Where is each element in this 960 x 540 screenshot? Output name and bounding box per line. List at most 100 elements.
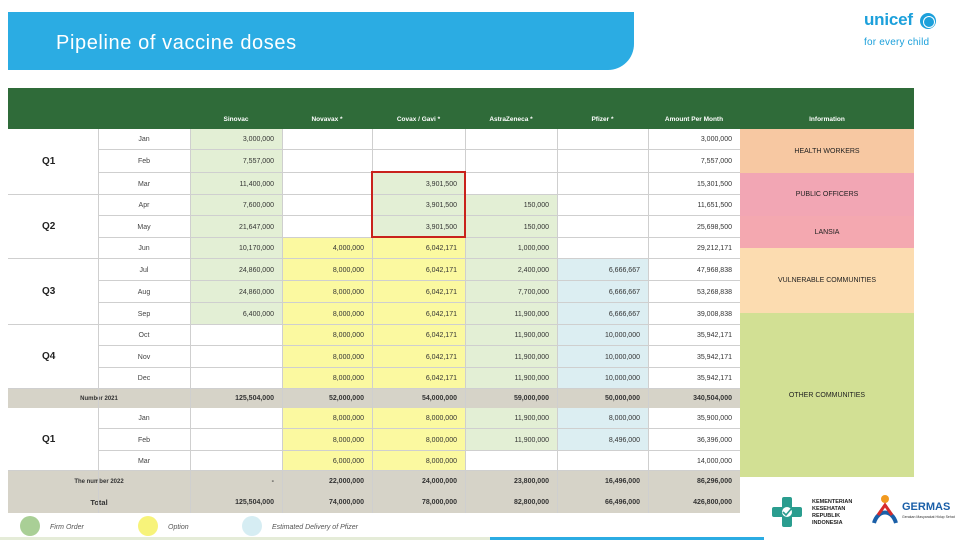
cell-total: 15,301,500 [696,180,732,188]
legend-firm-order-swatch [20,516,40,536]
legend-pfizer-label: Estimated Delivery of Pfizer [272,524,358,531]
information-band-label: LANSIA [814,228,840,236]
quarter-label-q4: Q4 [42,351,56,362]
cell-covax: 8,000,000 [372,451,465,471]
cell-astrazeneca: 1,000,000 [465,238,557,259]
subtotal-astrazeneca: 82,800,000 [513,499,549,506]
cell-sinovac: 24,860,000 [190,281,282,303]
cell-sinovac [190,346,282,368]
subtotal-pfizer: 16,496,000 [604,478,640,485]
legend-option-swatch [138,516,158,536]
cell-covax: 8,000,000 [372,429,465,451]
subtotal-covax: 24,000,000 [421,478,457,485]
column-divider [190,129,191,513]
cell-pfizer: 10,000,000 [557,346,648,368]
title-banner: Pipeline of vaccine doses [8,12,634,70]
cell-month: Sep [137,310,151,318]
germas-logo-subtext: Gerakan Masyarakat Hidup Sehat [902,515,955,519]
cell-month: May [137,223,151,231]
cell-total: 35,942,171 [696,332,732,339]
cell-covax [372,150,465,173]
cell-novavax: 8,000,000 [282,303,372,325]
cell-total: 35,900,000 [696,415,732,422]
cell-astrazeneca: 11,900,000 [465,368,557,389]
column-header-novavax: Novavax * [311,116,343,123]
kemkes-logo-icon [772,497,802,527]
cell-month: Jan [138,136,150,143]
cell-novavax: 6,000,000 [282,451,372,471]
cell-month: Apr [138,202,150,209]
column-header-sinovac: Sinovac [223,116,249,123]
subtotal-novavax: 52,000,000 [328,395,364,402]
unicef-logo: unicef for every child [862,10,942,54]
subtotal-sinovac: 125,504,000 [235,395,274,402]
cell-astrazeneca: 11,900,000 [465,429,557,451]
cell-pfizer: 10,000,000 [557,325,648,346]
cell-sinovac [190,325,282,346]
unicef-globe-icon [920,13,936,29]
cell-sinovac: 6,400,000 [190,303,282,325]
subtotal-row: Total 125,504,000 74,000,000 78,000,000 82,8… [8,492,740,513]
cell-month: Jun [138,245,150,252]
kemkes-logo-text: KEMENTERIAN KESEHATAN REPUBLIK INDONESIA [812,499,853,526]
cell-total: 36,396,000 [696,436,732,444]
cell-novavax: 8,000,000 [282,325,372,346]
cell-pfizer: 6,666,667 [557,303,648,325]
cell-total: 39,008,838 [696,310,732,318]
unicef-tagline: for every child [864,37,930,48]
cell-novavax: 8,000,000 [282,408,372,429]
cell-covax: 6,042,171 [372,325,465,346]
cell-astrazeneca: 7,700,000 [465,281,557,303]
cell-sinovac [190,429,282,451]
cell-pfizer [557,173,648,195]
cell-covax [372,129,465,150]
cell-sinovac: 3,000,000 [190,129,282,150]
information-band-5: OTHER COMMUNITIES [740,313,914,477]
cell-novavax [282,195,372,216]
subtotal-label: Total [8,492,190,513]
subtotal-total: 426,800,000 [693,499,732,506]
cell-covax: 6,042,171 [372,281,465,303]
information-band-label: OTHER COMMUNITIES [788,391,866,399]
cell-month: Aug [137,288,151,296]
cell-astrazeneca [465,173,557,195]
highlight-box [371,171,466,238]
subtotal-row: Number 2021 125,504,000 52,000,000 54,000,0… [8,389,740,408]
cell-novavax: 8,000,000 [282,368,372,389]
subtotal-pfizer: 50,000,000 [604,395,640,402]
information-band-4: VULNERABLE COMMUNITIES [740,248,914,313]
cell-total: 47,968,838 [696,266,732,274]
cell-pfizer [557,216,648,238]
legend-pfizer-swatch [242,516,262,536]
subtotal-sinovac: 125,504,000 [235,499,274,506]
cell-sinovac: 7,557,000 [190,150,282,173]
cell-covax: 6,042,171 [372,238,465,259]
information-band-1: HEALTH WORKERS [740,129,914,173]
cell-novavax: 8,000,000 [282,429,372,451]
cell-astrazeneca: 150,000 [465,216,557,238]
cell-astrazeneca [465,129,557,150]
cell-sinovac: 10,170,000 [190,238,282,259]
cell-month: Feb [137,158,151,165]
cell-sinovac [190,408,282,429]
information-band-label: HEALTH WORKERS [794,147,860,155]
cell-total: 25,698,500 [696,223,732,231]
subtotal-sinovac: - [271,478,274,485]
cell-month: Jan [138,415,150,422]
cell-astrazeneca: 2,400,000 [465,259,557,281]
cell-sinovac: 7,600,000 [190,195,282,216]
cell-novavax: 8,000,000 [282,346,372,368]
cell-total: 35,942,171 [696,353,732,361]
cell-month: Jul [139,266,149,274]
column-header-covax: Covax / Gavi * [396,116,441,123]
information-band-label: PUBLIC OFFICERS [795,191,859,198]
subtotal-novavax: 22,000,000 [328,478,364,485]
subtotal-label: The number 2022 [74,478,124,485]
cell-covax: 6,042,171 [372,259,465,281]
cell-month: Nov [137,353,151,361]
legend-option-label: Option [168,524,189,531]
cell-astrazeneca [465,150,557,173]
cell-sinovac [190,368,282,389]
cell-month: Mar [137,457,151,465]
column-header-total: Amount Per Month [664,116,724,123]
